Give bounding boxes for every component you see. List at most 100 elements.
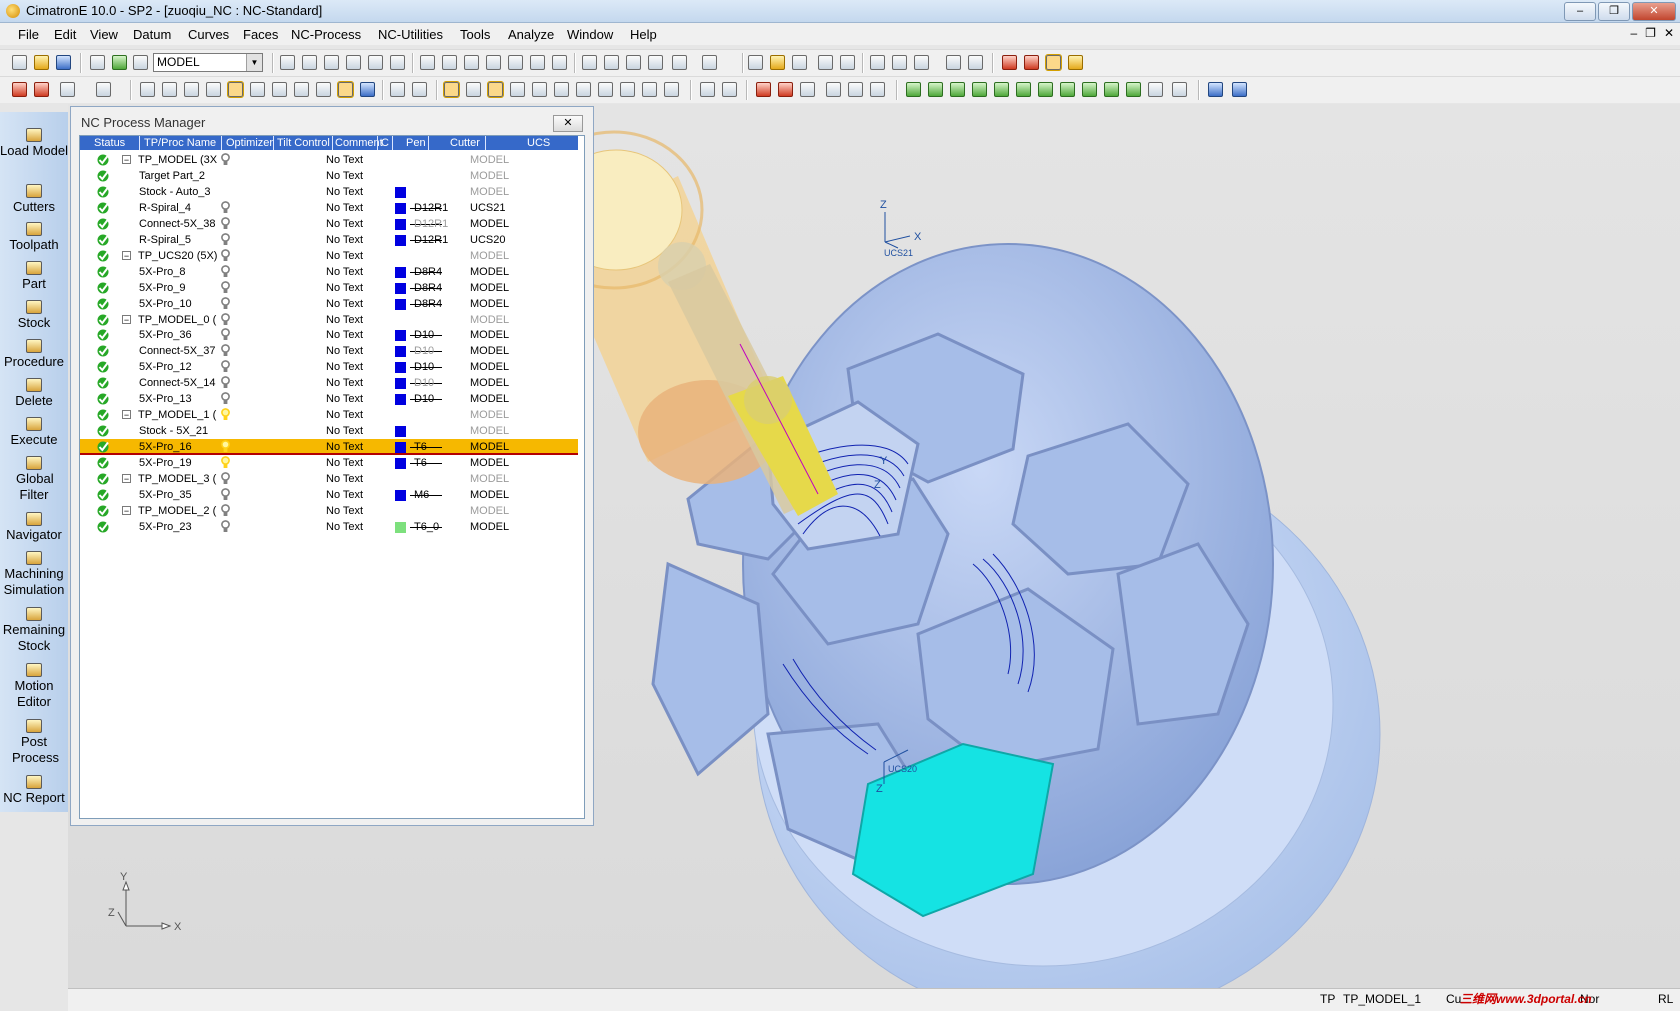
pen-color-swatch[interactable] (395, 362, 406, 374)
nc-tree-row[interactable]: Stock - 5X_21 No Text MODEL (80, 423, 578, 439)
nc-tree-row[interactable]: 5X-Pro_19 No Text T6 MODEL (80, 455, 578, 471)
nc-tree-row[interactable]: 5X-Pro_16 No Text T6 MODEL (80, 439, 578, 456)
stock-icon[interactable] (620, 82, 635, 97)
move-icon[interactable] (848, 82, 863, 97)
view-bottom-icon[interactable] (552, 55, 567, 70)
nc-options-icon[interactable] (914, 55, 929, 70)
nc-tree-row[interactable]: 5X-Pro_36 No Text D10 MODEL (80, 327, 578, 343)
nc-tree-row[interactable]: − TP_MODEL (3X No Text MODEL (80, 152, 578, 168)
menu-view[interactable]: View (90, 27, 118, 42)
render-mode-icon[interactable] (672, 55, 687, 70)
pen-color-swatch[interactable] (395, 298, 406, 310)
col-c[interactable]: C (381, 137, 389, 149)
visibility-bulb-icon[interactable] (221, 392, 230, 405)
tree-icon[interactable] (664, 82, 679, 97)
pen-color-swatch[interactable] (395, 489, 406, 501)
arc-icon[interactable] (972, 82, 987, 97)
line-icon[interactable] (906, 82, 921, 97)
menu-help[interactable]: Help (630, 27, 657, 42)
menu-nc-process[interactable]: NC-Process (291, 27, 361, 42)
nc-tree-row[interactable]: 5X-Pro_10 No Text D8R4 MODEL (80, 296, 578, 312)
pen-color-swatch[interactable] (395, 521, 406, 533)
pen-color-swatch[interactable] (395, 458, 406, 470)
col-name[interactable]: TP/Proc Name (144, 137, 216, 149)
guide-remaining-stock[interactable]: Remaining Stock (0, 607, 68, 654)
pen-color-swatch[interactable] (395, 234, 406, 246)
view-back-icon[interactable] (530, 55, 545, 70)
guide-stock[interactable]: Stock (0, 300, 68, 331)
visibility-bulb-icon[interactable] (221, 328, 230, 341)
visibility-bulb-icon[interactable] (221, 200, 230, 214)
select-active-icon[interactable] (227, 81, 244, 98)
mdi-close-button[interactable]: ✕ (1664, 26, 1674, 40)
bulb-gray-icon[interactable] (748, 55, 763, 70)
select-curve-icon[interactable] (162, 82, 177, 97)
visibility-bulb-icon[interactable] (221, 408, 230, 421)
plane-icon[interactable] (1232, 82, 1247, 97)
options-icon[interactable] (1172, 82, 1187, 97)
visibility-bulb-icon[interactable] (221, 360, 230, 373)
datum-icon[interactable] (1208, 82, 1223, 97)
collapse-icon[interactable]: − (122, 505, 131, 515)
col-ucs[interactable]: UCS (527, 137, 550, 149)
nc-tree-row[interactable]: Connect-5X_14 No Text D10 MODEL (80, 375, 578, 391)
col-tilt-control[interactable]: Tilt Control (277, 137, 330, 149)
info-icon[interactable] (554, 82, 569, 97)
line-angle-icon[interactable] (928, 82, 943, 97)
select-body-icon[interactable] (250, 82, 265, 97)
nc-tree-row[interactable]: 5X-Pro_9 No Text D8R4 MODEL (80, 280, 578, 296)
menu-tools[interactable]: Tools (460, 27, 490, 42)
offset-icon[interactable] (1038, 82, 1053, 97)
nc-tree-row[interactable]: − TP_UCS20 (5X) No Text MODEL (80, 248, 578, 264)
pick-filter-icon[interactable] (60, 82, 75, 97)
menu-faces[interactable]: Faces (243, 27, 278, 42)
chevron-down-icon[interactable]: ▼ (246, 54, 262, 71)
arrow-right-icon[interactable] (840, 55, 855, 70)
pen-color-swatch[interactable] (395, 394, 406, 406)
pen-color-swatch[interactable] (395, 378, 406, 390)
pen-color-swatch[interactable] (395, 346, 406, 358)
zoom-window-icon[interactable] (302, 55, 317, 70)
boundary-icon[interactable] (778, 82, 793, 97)
highlight-icon[interactable] (1068, 55, 1083, 70)
bulb-toggle-icon[interactable] (792, 55, 807, 70)
visibility-bulb-icon[interactable] (221, 344, 230, 357)
curve-icon[interactable] (722, 82, 737, 97)
help-icon[interactable] (532, 82, 547, 97)
collapse-icon[interactable]: − (122, 314, 131, 324)
view-front-icon[interactable] (464, 55, 479, 70)
menu-datum[interactable]: Datum (133, 27, 171, 42)
nc-tree-row[interactable]: 5X-Pro_23 No Text T6_0 MODEL (80, 519, 578, 535)
view-right-icon[interactable] (486, 55, 501, 70)
shading-icon[interactable] (626, 55, 641, 70)
visibility-bulb-icon[interactable] (221, 248, 230, 262)
frame-icon[interactable] (1126, 82, 1141, 97)
filter-icon[interactable] (1024, 55, 1039, 70)
tree-view-icon[interactable] (510, 82, 525, 97)
pen-color-swatch[interactable] (395, 202, 406, 214)
nc-tree-row[interactable]: Connect-5X_38 No Text D12R1 MODEL (80, 216, 578, 232)
visibility-bulb-icon[interactable] (221, 312, 230, 326)
spline-icon[interactable] (994, 82, 1009, 97)
select-all-icon[interactable] (294, 82, 309, 97)
select-group-icon[interactable] (272, 82, 287, 97)
guide-global-filter[interactable]: Global Filter (0, 456, 68, 503)
zoom-all-icon[interactable] (280, 55, 295, 70)
nc-tree-row[interactable]: − TP_MODEL_3 (No Text MODEL (80, 471, 578, 487)
measure-icon[interactable] (390, 82, 405, 97)
guide-nc-report[interactable]: NC Report (0, 775, 68, 806)
trim-icon[interactable] (1016, 82, 1031, 97)
toggle-part-icon[interactable] (112, 55, 127, 70)
nc-table-icon[interactable] (892, 55, 907, 70)
wireframe-icon[interactable] (604, 55, 619, 70)
list-view-icon[interactable] (487, 81, 504, 98)
guide-machining-simulation[interactable]: Machining Simulation (0, 551, 68, 598)
pen-color-swatch[interactable] (395, 442, 406, 454)
pen-color-swatch[interactable] (395, 218, 406, 230)
visibility-bulb-icon[interactable] (221, 472, 230, 485)
pen-color-swatch[interactable] (395, 330, 406, 342)
cutter-icon[interactable] (576, 82, 591, 97)
zoom-dynamic-icon[interactable] (324, 55, 339, 70)
guide-post-process[interactable]: Post Process (0, 719, 68, 766)
menu-file[interactable]: File (18, 27, 39, 42)
